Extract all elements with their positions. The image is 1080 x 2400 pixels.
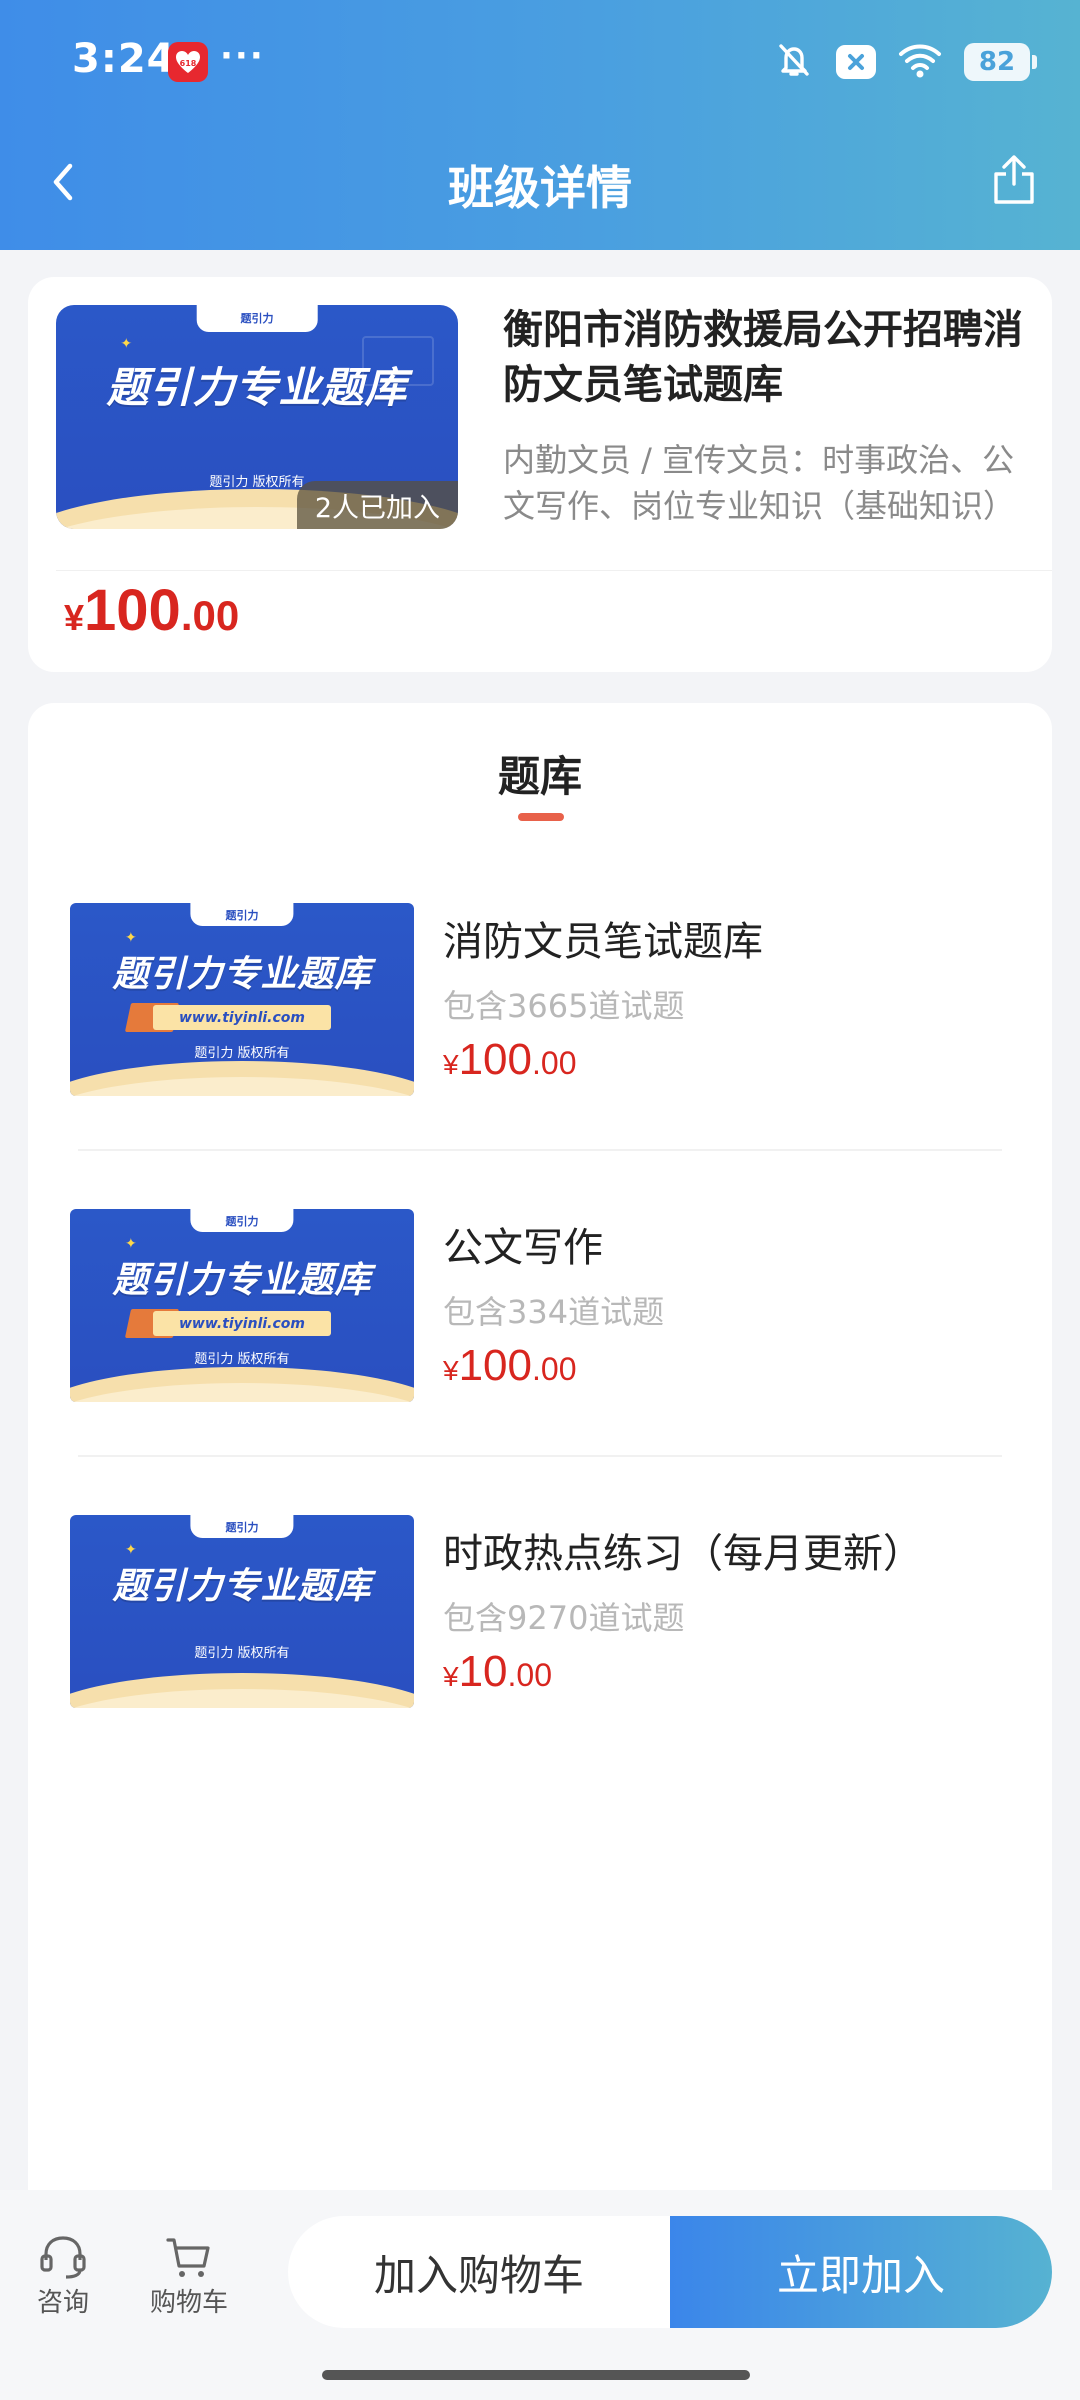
section-title-underline <box>518 813 564 821</box>
thumb-url: www.tiyinli.com <box>152 1311 332 1337</box>
status-icons: 82 <box>774 40 1037 84</box>
price-currency: ¥ <box>443 1661 459 1692</box>
bank-price: ¥100.00 <box>443 1035 576 1085</box>
bank-name: 公文写作 <box>443 1225 603 1271</box>
thumb-headline: 题引力专业题库 <box>112 1260 372 1302</box>
divider <box>78 1455 1002 1457</box>
list-item[interactable]: ✦ 题引力 题引力专业题库 题引力 版权所有 时政热点练习（每月更新） 包含92… <box>28 1515 1052 1821</box>
thumb-headline: 题引力专业题库 <box>112 954 372 996</box>
silent-bell-icon <box>774 40 814 84</box>
thumb-copyright: 题引力 版权所有 <box>194 1045 290 1061</box>
price-currency: ¥ <box>443 1355 459 1386</box>
join-now-button[interactable]: 立即加入 <box>670 2216 1052 2328</box>
divider <box>56 570 1052 571</box>
bank-thumbnail: ✦ 题引力 题引力专业题库 www.tiyinli.com 题引力 版权所有 <box>70 1209 414 1402</box>
thumb-brand-tab: 题引力 <box>196 305 318 332</box>
list-item[interactable]: ✦ 题引力 题引力专业题库 www.tiyinli.com 题引力 版权所有 消… <box>28 903 1052 1209</box>
star-icon: ✦ <box>125 1542 137 1559</box>
thumb-brand-tab: 题引力 <box>190 1515 294 1539</box>
thumb-brand-tab: 题引力 <box>190 903 294 927</box>
status-time: 3:24 <box>72 36 176 82</box>
bank-thumbnail-image: ✦ 题引力 题引力专业题库 题引力 版权所有 <box>70 1515 414 1708</box>
course-thumbnail: ✦ 题引力 题引力专业题库 题引力 版权所有 2人已加入 <box>56 305 458 529</box>
wifi-icon <box>898 42 942 82</box>
bank-thumbnail-image: ✦ 题引力 题引力专业题库 www.tiyinli.com 题引力 版权所有 <box>70 903 414 1096</box>
bank-question-count: 包含334道试题 <box>443 1293 665 1331</box>
cart-label: 购物车 <box>150 2288 229 2318</box>
list-item[interactable]: ✦ 题引力 题引力专业题库 www.tiyinli.com 题引力 版权所有 公… <box>28 1209 1052 1515</box>
bank-thumbnail: ✦ 题引力 题引力专业题库 www.tiyinli.com 题引力 版权所有 <box>70 903 414 1096</box>
question-bank-section: 题库 ✦ 题引力 题引力专业题库 www.tiyinli.com 题引力 版权所… <box>28 703 1052 2203</box>
bank-question-count: 包含9270道试题 <box>443 1599 685 1637</box>
price-decimal: .00 <box>532 1045 577 1081</box>
price-integer: 100 <box>458 1341 532 1390</box>
consult-button[interactable]: 咨询 <box>36 2232 90 2319</box>
thumb-headline: 题引力专业题库 <box>112 1566 372 1608</box>
cart-button[interactable]: 购物车 <box>150 2232 228 2319</box>
bank-name: 消防文员笔试题库 <box>443 919 763 965</box>
section-title: 题库 <box>497 752 582 801</box>
bank-price: ¥100.00 <box>443 1341 576 1391</box>
bank-thumbnail-image: ✦ 题引力 题引力专业题库 www.tiyinli.com 题引力 版权所有 <box>70 1209 414 1402</box>
nav-bar: 班级详情 <box>0 130 1080 240</box>
status-bar: 3:24 618 ··· 82 <box>0 0 1080 125</box>
star-icon: ✦ <box>125 1236 137 1253</box>
share-button[interactable] <box>984 150 1044 210</box>
course-title: 衡阳市消防救援局公开招聘消防文员笔试题库 <box>503 307 1023 408</box>
price-currency: ¥ <box>443 1049 459 1080</box>
share-icon <box>994 155 1034 204</box>
thumb-copyright: 题引力 版权所有 <box>194 1351 290 1367</box>
header: 3:24 618 ··· 82 班级详情 <box>0 0 1080 250</box>
shopping-cart-icon <box>166 2238 210 2277</box>
price-currency: ¥ <box>64 597 85 638</box>
bank-question-count: 包含3665道试题 <box>443 987 685 1025</box>
battery-indicator: 82 <box>964 43 1037 81</box>
home-indicator[interactable] <box>322 2370 750 2380</box>
bank-price: ¥10.00 <box>443 1647 552 1697</box>
star-icon: ✦ <box>120 336 133 353</box>
course-card: ✦ 题引力 题引力专业题库 题引力 版权所有 2人已加入 衡阳市消防救援局公开招… <box>28 277 1052 672</box>
price-integer: 100 <box>84 578 181 643</box>
divider <box>78 1149 1002 1151</box>
price-integer: 100 <box>458 1035 532 1084</box>
page-title: 班级详情 <box>448 161 632 215</box>
course-description: 内勤文员 / 宣传文员：时事政治、公文写作、岗位专业知识（基础知识） <box>503 441 1016 525</box>
svg-text:618: 618 <box>180 59 197 68</box>
bank-thumbnail: ✦ 题引力 题引力专业题库 题引力 版权所有 <box>70 1515 414 1708</box>
bottom-action-bar: 咨询 购物车 加入购物车 立即加入 <box>0 2190 1080 2400</box>
course-price: ¥100.00 <box>64 577 239 644</box>
bank-name: 时政热点练习（每月更新） <box>443 1531 923 1577</box>
thumb-brand-tab: 题引力 <box>190 1209 294 1233</box>
add-to-cart-button[interactable]: 加入购物车 <box>288 2216 670 2328</box>
star-icon: ✦ <box>125 930 137 947</box>
thumb-url: www.tiyinli.com <box>152 1005 332 1031</box>
more-notifications-icon: ··· <box>220 36 265 76</box>
consult-label: 咨询 <box>36 2288 89 2318</box>
close-box-icon <box>836 45 876 79</box>
app-notification-icon: 618 <box>168 42 208 82</box>
thumb-headline: 题引力专业题库 <box>106 363 408 413</box>
joined-count-badge: 2人已加入 <box>296 481 458 529</box>
thumb-copyright: 题引力 版权所有 <box>194 1646 290 1662</box>
price-decimal: .00 <box>532 1351 577 1387</box>
price-integer: 10 <box>458 1647 508 1696</box>
headset-icon <box>40 2236 86 2279</box>
price-decimal: .00 <box>507 1657 553 1693</box>
price-decimal: .00 <box>180 592 240 639</box>
